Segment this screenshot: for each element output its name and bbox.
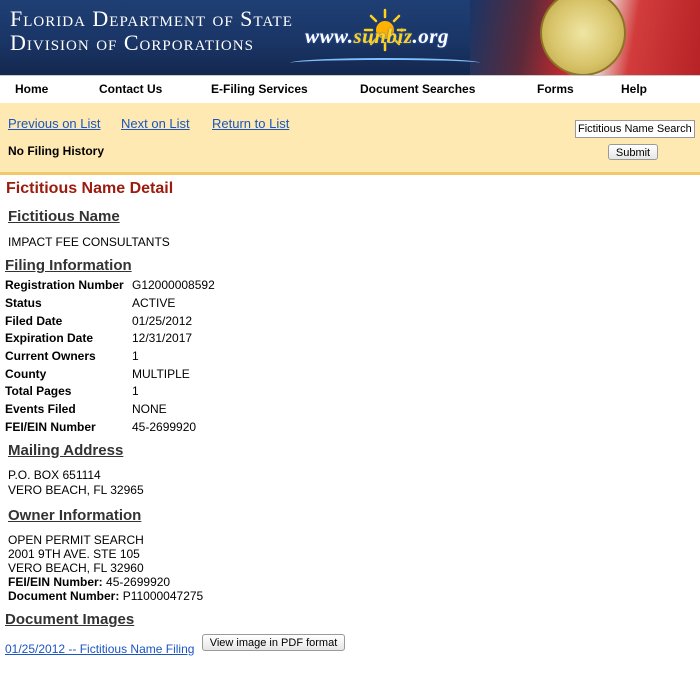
filing-value: MULTIPLE [132,367,190,381]
owner-fei-value: 45-2699920 [106,575,171,589]
filing-value: NONE [132,402,167,416]
owner-document-label: Document Number: [8,589,120,603]
owner-document-value: P11000047275 [122,589,204,603]
document-images-heading: Document Images [5,611,135,628]
owner-city: VERO BEACH, FL 32960 [8,561,144,575]
nav-efiling-services[interactable]: E-Filing Services [211,82,308,96]
nav-document-searches[interactable]: Document Searches [360,82,475,96]
search-input[interactable] [575,120,695,138]
filing-value: 12/31/2017 [132,331,193,345]
filing-label: County [5,367,47,381]
mailing-address-line2: VERO BEACH, FL 32965 [8,483,144,497]
filing-label: Registration Number [5,278,124,292]
filing-value: 1 [132,384,139,398]
sunbiz-logo[interactable]: www.sunbiz.org [305,24,449,49]
top-nav: Home Contact Us E-Filing Services Docume… [0,75,700,104]
filing-value: 01/25/2012 [132,314,193,328]
owner-fei-line: FEI/EIN Number: 45-2699920 [8,575,170,589]
fictitious-name-heading: Fictitious Name [8,208,120,225]
no-filing-history-text: No Filing History [8,144,104,158]
logo-prefix: www. [305,24,354,48]
site-header-banner: Florida Department of State Division of … [0,0,700,75]
nav-help[interactable]: Help [621,82,647,96]
logo-brand: sunbiz [353,24,413,48]
nav-contact-us[interactable]: Contact Us [99,82,162,96]
document-image-link[interactable]: 01/25/2012 -- Fictitious Name Filing [5,642,194,656]
next-on-list-link[interactable]: Next on List [121,116,190,131]
logo-suffix: .org [412,24,449,48]
search-toolbar: Previous on List Next on List Return to … [0,103,700,175]
filing-label: Total Pages [5,384,72,398]
filing-value: ACTIVE [132,296,176,310]
submit-button[interactable]: Submit [608,144,658,160]
nav-forms[interactable]: Forms [537,82,574,96]
filing-value: 45-2699920 [132,420,197,434]
page-title: Fictitious Name Detail [6,180,174,197]
header-title-line1: Florida Department of State [10,6,293,31]
return-to-list-link[interactable]: Return to List [212,116,289,131]
logo-swoosh [290,58,480,68]
fictitious-name-value: IMPACT FEE CONSULTANTS [8,235,170,249]
header-title-line2: Division of Corporations [10,30,254,55]
filing-value: 1 [132,349,139,363]
filing-label: Expiration Date [5,331,94,345]
filing-information-heading: Filing Information [5,257,132,274]
previous-on-list-link[interactable]: Previous on List [8,116,101,131]
owner-name: OPEN PERMIT SEARCH [8,533,144,547]
view-pdf-button[interactable]: View image in PDF format [202,634,345,651]
owner-document-line: Document Number: P11000047275 [8,589,203,603]
filing-label: FEI/EIN Number [5,420,96,434]
filing-label: Current Owners [5,349,96,363]
filing-value: G12000008592 [132,278,215,292]
nav-home[interactable]: Home [15,82,48,96]
mailing-address-heading: Mailing Address [8,442,124,459]
filing-label: Filed Date [5,314,63,328]
mailing-address-line1: P.O. BOX 651114 [8,468,101,482]
filing-label: Events Filed [5,402,76,416]
owner-information-heading: Owner Information [8,507,142,524]
filing-label: Status [5,296,42,310]
owner-street: 2001 9TH AVE. STE 105 [8,547,140,561]
owner-fei-label: FEI/EIN Number: [8,575,103,589]
